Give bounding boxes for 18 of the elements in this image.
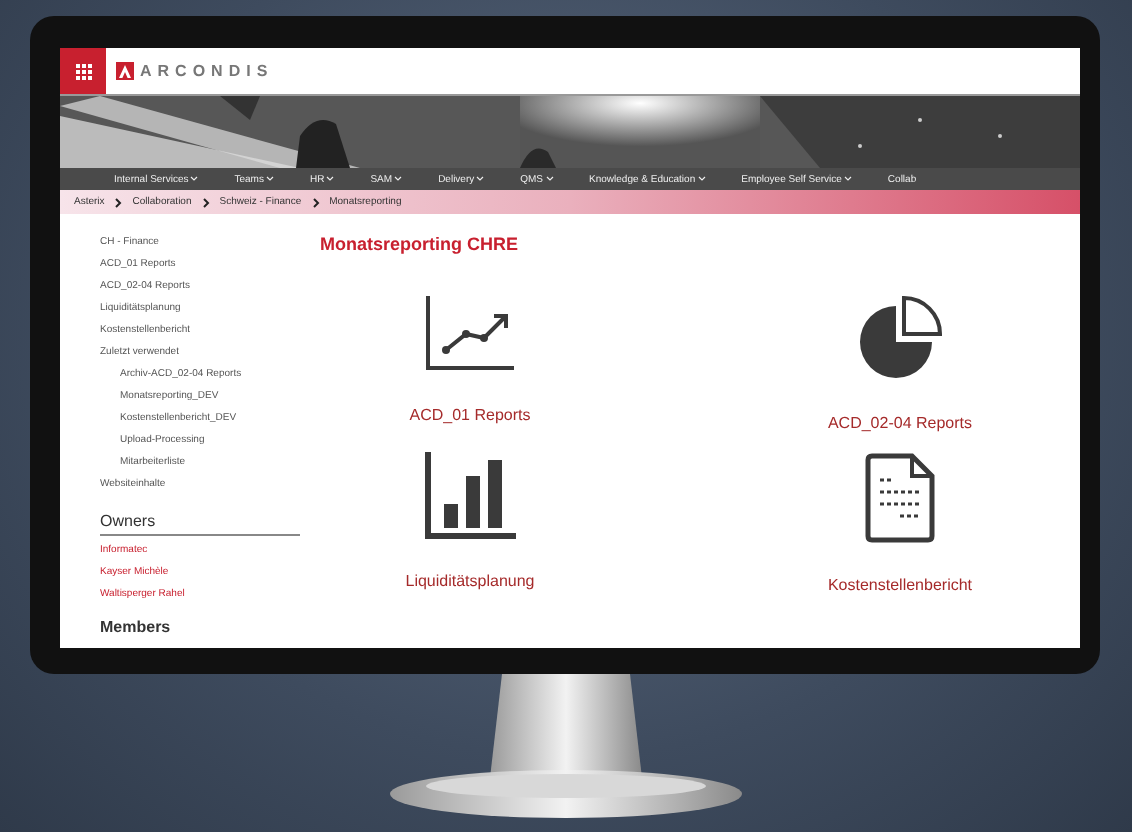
document-icon <box>864 452 936 544</box>
logo-text: ARCONDIS <box>140 62 274 80</box>
tile-link[interactable]: Kostenstellenbericht <box>827 576 973 594</box>
bar-chart-icon <box>424 452 516 540</box>
tile-link[interactable]: ACD_01 Reports <box>409 406 531 424</box>
section-heading: Owners <box>100 512 300 536</box>
chevron-icon <box>114 197 123 207</box>
pie-chart-icon <box>856 294 944 382</box>
section-heading: Members <box>100 618 173 636</box>
tile-link[interactable]: ACD_02-04 Reports <box>827 414 973 432</box>
chevron-icon <box>311 197 320 207</box>
tile-link[interactable]: Liquiditätsplanung <box>405 572 535 590</box>
grid-icon <box>75 63 91 79</box>
chevron-icon <box>201 197 210 207</box>
page-title: Monatsreporting CHRE <box>320 234 520 254</box>
app-launcher-button[interactable] <box>60 48 106 94</box>
logo-icon <box>116 62 134 80</box>
line-chart-icon <box>422 294 518 374</box>
